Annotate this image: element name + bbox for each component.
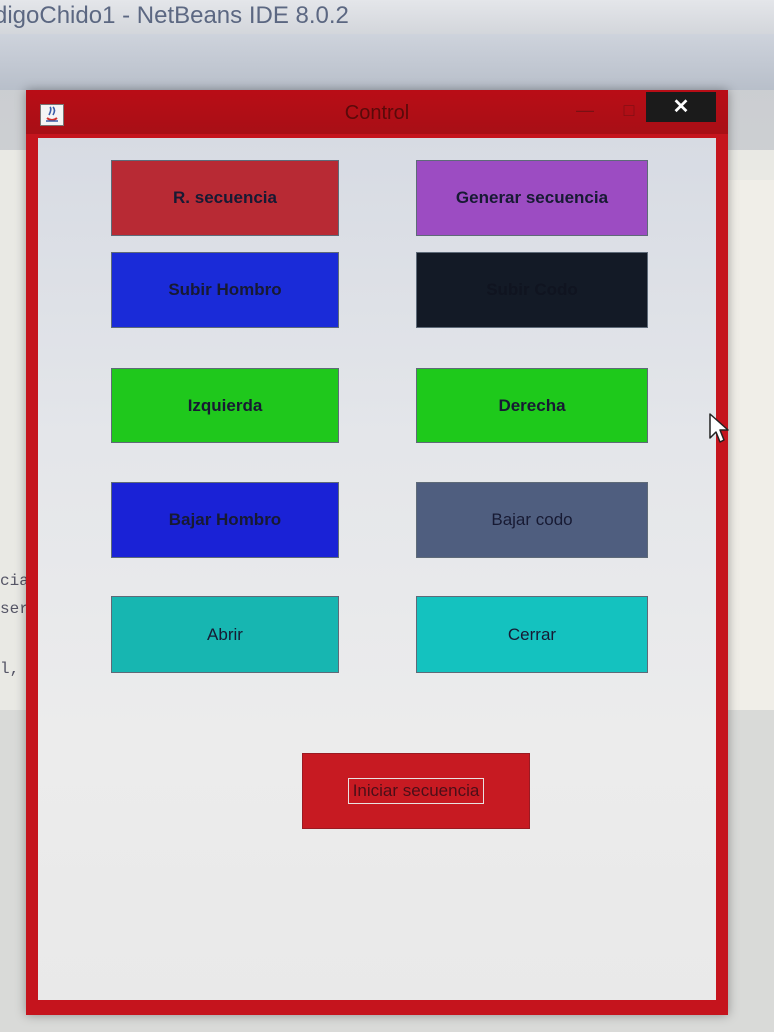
maximize-button[interactable]: □	[610, 96, 648, 124]
control-window: Control — □ ✕ R. secuencia Generar secue…	[26, 90, 728, 1015]
minimize-button[interactable]: —	[566, 96, 604, 124]
generar-secuencia-button[interactable]: Generar secuencia	[416, 160, 648, 236]
ide-titlebar: digoChido1 - NetBeans IDE 8.0.2	[0, 0, 774, 34]
iniciar-secuencia-button[interactable]: Iniciar secuencia	[302, 753, 530, 829]
bajar-codo-button[interactable]: Bajar codo	[416, 482, 648, 558]
close-button[interactable]: ✕	[646, 92, 716, 122]
ide-title: digoChido1 - NetBeans IDE 8.0.2	[0, 2, 349, 29]
derecha-button[interactable]: Derecha	[416, 368, 648, 443]
control-panel: R. secuencia Generar secuencia Subir Hom…	[38, 138, 716, 1000]
izquierda-button[interactable]: Izquierda	[111, 368, 339, 443]
ide-toolbar	[0, 34, 774, 90]
abrir-button[interactable]: Abrir	[111, 596, 339, 673]
cerrar-button[interactable]: Cerrar	[416, 596, 648, 673]
iniciar-secuencia-label: Iniciar secuencia	[347, 778, 485, 804]
subir-hombro-button[interactable]: Subir Hombro	[111, 252, 339, 328]
bajar-hombro-button[interactable]: Bajar Hombro	[111, 482, 339, 558]
window-titlebar[interactable]: Control — □ ✕	[26, 90, 728, 134]
r-secuencia-button[interactable]: R. secuencia	[111, 160, 339, 236]
mouse-cursor-icon	[708, 412, 730, 449]
subir-codo-button[interactable]: Subir Codo	[416, 252, 648, 328]
ide-editor-right	[728, 180, 774, 720]
